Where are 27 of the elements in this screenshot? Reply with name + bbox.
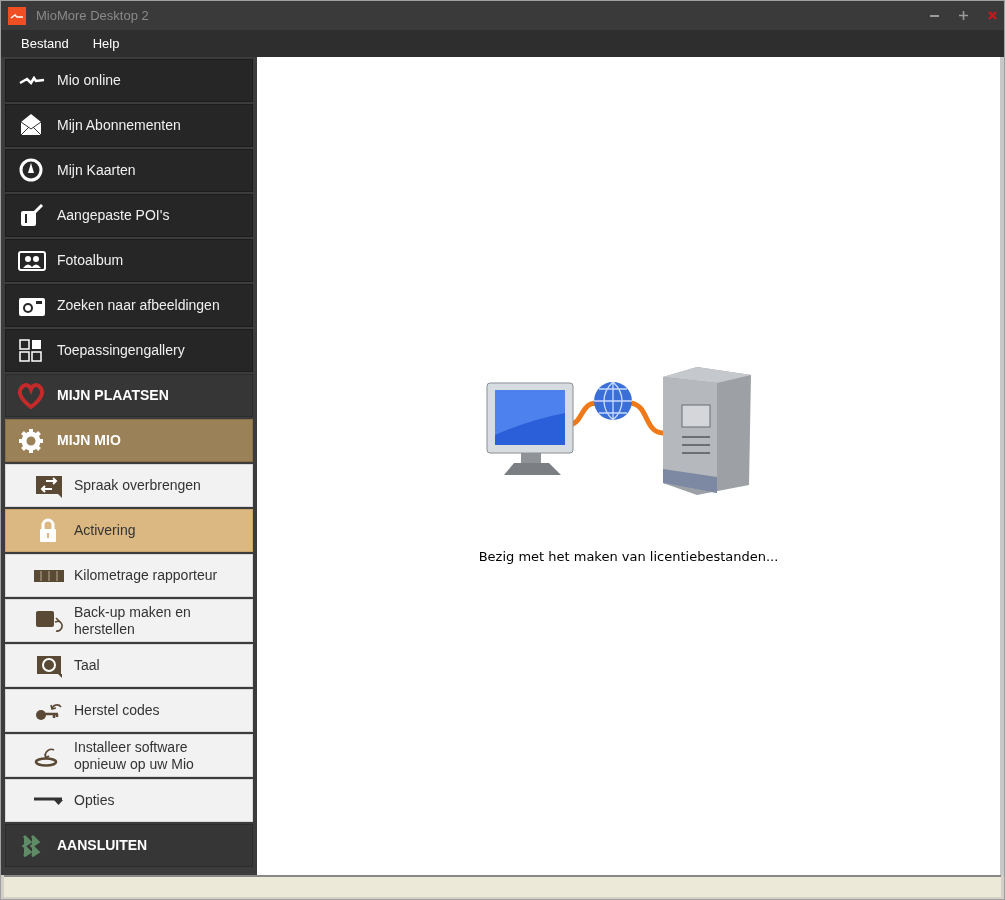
sidebar-item[interactable]: Fotoalbum xyxy=(5,239,253,282)
sidebar-item[interactable]: Zoeken naar afbeeldingen xyxy=(5,284,253,327)
sidebar-item[interactable]: Aangepaste POI's xyxy=(5,194,253,237)
sidebar-item[interactable]: Opties xyxy=(5,779,253,822)
sidebar-item[interactable]: Mijn Kaarten xyxy=(5,149,253,192)
sidebar-section[interactable]: AANSLUITEN xyxy=(5,824,253,867)
maximize-icon[interactable] xyxy=(959,11,968,20)
sidebar-item[interactable]: Mijn Abonnementen xyxy=(5,104,253,147)
sidebar-item[interactable]: Back-up maken en herstellen xyxy=(5,599,253,642)
sidebar-item[interactable]: Mio online xyxy=(5,59,253,102)
sidebar-section[interactable]: MIJN MIO xyxy=(5,419,253,462)
sidebar-item[interactable]: Installeer software opnieuw op uw Mio xyxy=(5,734,253,777)
dropdown-bar-icon xyxy=(34,796,64,805)
app-logo-icon xyxy=(8,6,26,25)
sidebar-item[interactable]: Herstel codes xyxy=(5,689,253,732)
menu-item[interactable]: Bestand xyxy=(13,33,77,54)
sidebar-item[interactable]: Activering xyxy=(5,509,253,552)
window-title: MioMore Desktop 2 xyxy=(36,6,149,25)
sidebar-item[interactable]: Spraak overbrengen xyxy=(5,464,253,507)
sidebar-item[interactable]: Kilometrage rapporteur xyxy=(5,554,253,597)
line-icon xyxy=(18,76,46,85)
menu-item[interactable]: Help xyxy=(84,33,128,54)
status-message: Bezig met het maken van licentiebestanden... xyxy=(478,548,779,566)
sidebar-item[interactable]: Toepassingengallery xyxy=(5,329,253,372)
heart-icon xyxy=(17,381,47,410)
sidebar-section[interactable]: MIJN PLAATSEN xyxy=(5,374,253,417)
sidebar-item[interactable]: Taal xyxy=(5,644,253,687)
